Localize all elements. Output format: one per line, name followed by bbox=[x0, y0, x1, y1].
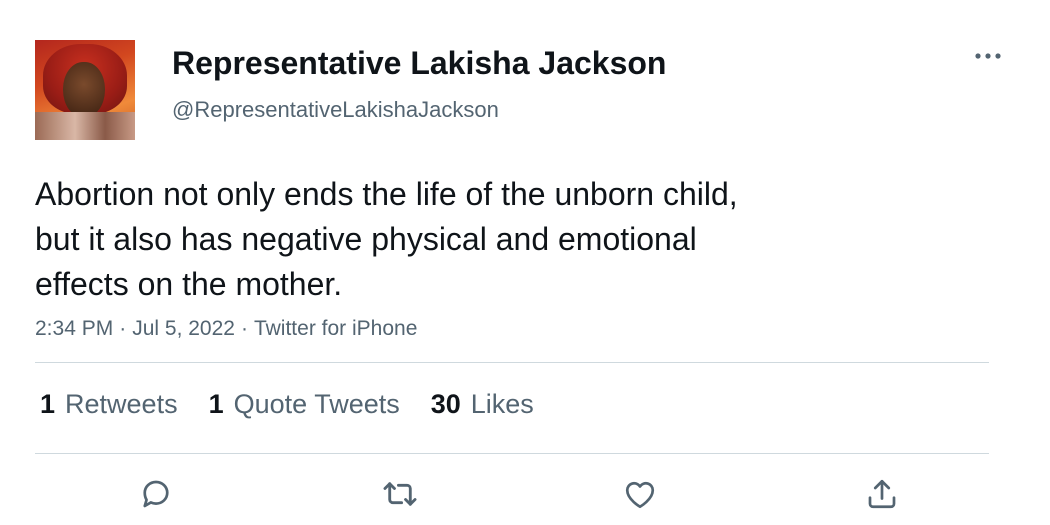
reply-icon bbox=[143, 480, 169, 508]
likes-label: Likes bbox=[470, 389, 534, 419]
tweet-source[interactable]: Twitter for iPhone bbox=[254, 317, 417, 340]
more-horizontal-icon bbox=[975, 53, 1001, 59]
avatar-face bbox=[63, 62, 105, 118]
tweet-text: Abortion not only ends the life of the u… bbox=[35, 176, 738, 302]
retweets-label: Retweets bbox=[65, 389, 178, 419]
likes-stat[interactable]: 30 Likes bbox=[431, 388, 534, 420]
retweets-count: 1 bbox=[40, 389, 56, 419]
action-bar bbox=[0, 474, 1050, 514]
meta-separator: · bbox=[240, 317, 248, 340]
retweet-button[interactable] bbox=[380, 474, 420, 514]
avatar-shoulder bbox=[35, 112, 135, 140]
display-name[interactable]: Representative Lakisha Jackson bbox=[172, 44, 666, 82]
likes-count: 30 bbox=[430, 389, 461, 419]
quote-tweets-stat[interactable]: 1 Quote Tweets bbox=[209, 388, 400, 420]
divider-bottom bbox=[35, 453, 989, 454]
quote-tweets-label: Quote Tweets bbox=[233, 389, 400, 419]
engagement-stats: 1 Retweets 1 Quote Tweets 30 Likes bbox=[40, 388, 565, 420]
tweet-time[interactable]: 2:34 PM bbox=[35, 317, 113, 340]
tweet-date[interactable]: Jul 5, 2022 bbox=[132, 317, 235, 340]
user-handle[interactable]: @RepresentativeLakishaJackson bbox=[172, 97, 499, 123]
share-icon bbox=[868, 479, 896, 509]
tweet-card: Representative Lakisha Jackson @Represen… bbox=[0, 0, 1050, 525]
heart-icon bbox=[625, 481, 655, 509]
divider-top bbox=[35, 362, 989, 363]
meta-separator: · bbox=[119, 317, 127, 340]
reply-button[interactable] bbox=[136, 474, 176, 514]
tweet-metadata: 2:34 PM · Jul 5, 2022 · Twitter for iPhone bbox=[35, 316, 417, 342]
retweets-stat[interactable]: 1 Retweets bbox=[40, 388, 178, 420]
more-options-button[interactable] bbox=[972, 44, 1004, 68]
quote-tweets-count: 1 bbox=[208, 389, 224, 419]
avatar[interactable] bbox=[35, 40, 135, 140]
share-button[interactable] bbox=[862, 474, 902, 514]
retweet-icon bbox=[383, 482, 417, 506]
like-button[interactable] bbox=[620, 474, 660, 514]
